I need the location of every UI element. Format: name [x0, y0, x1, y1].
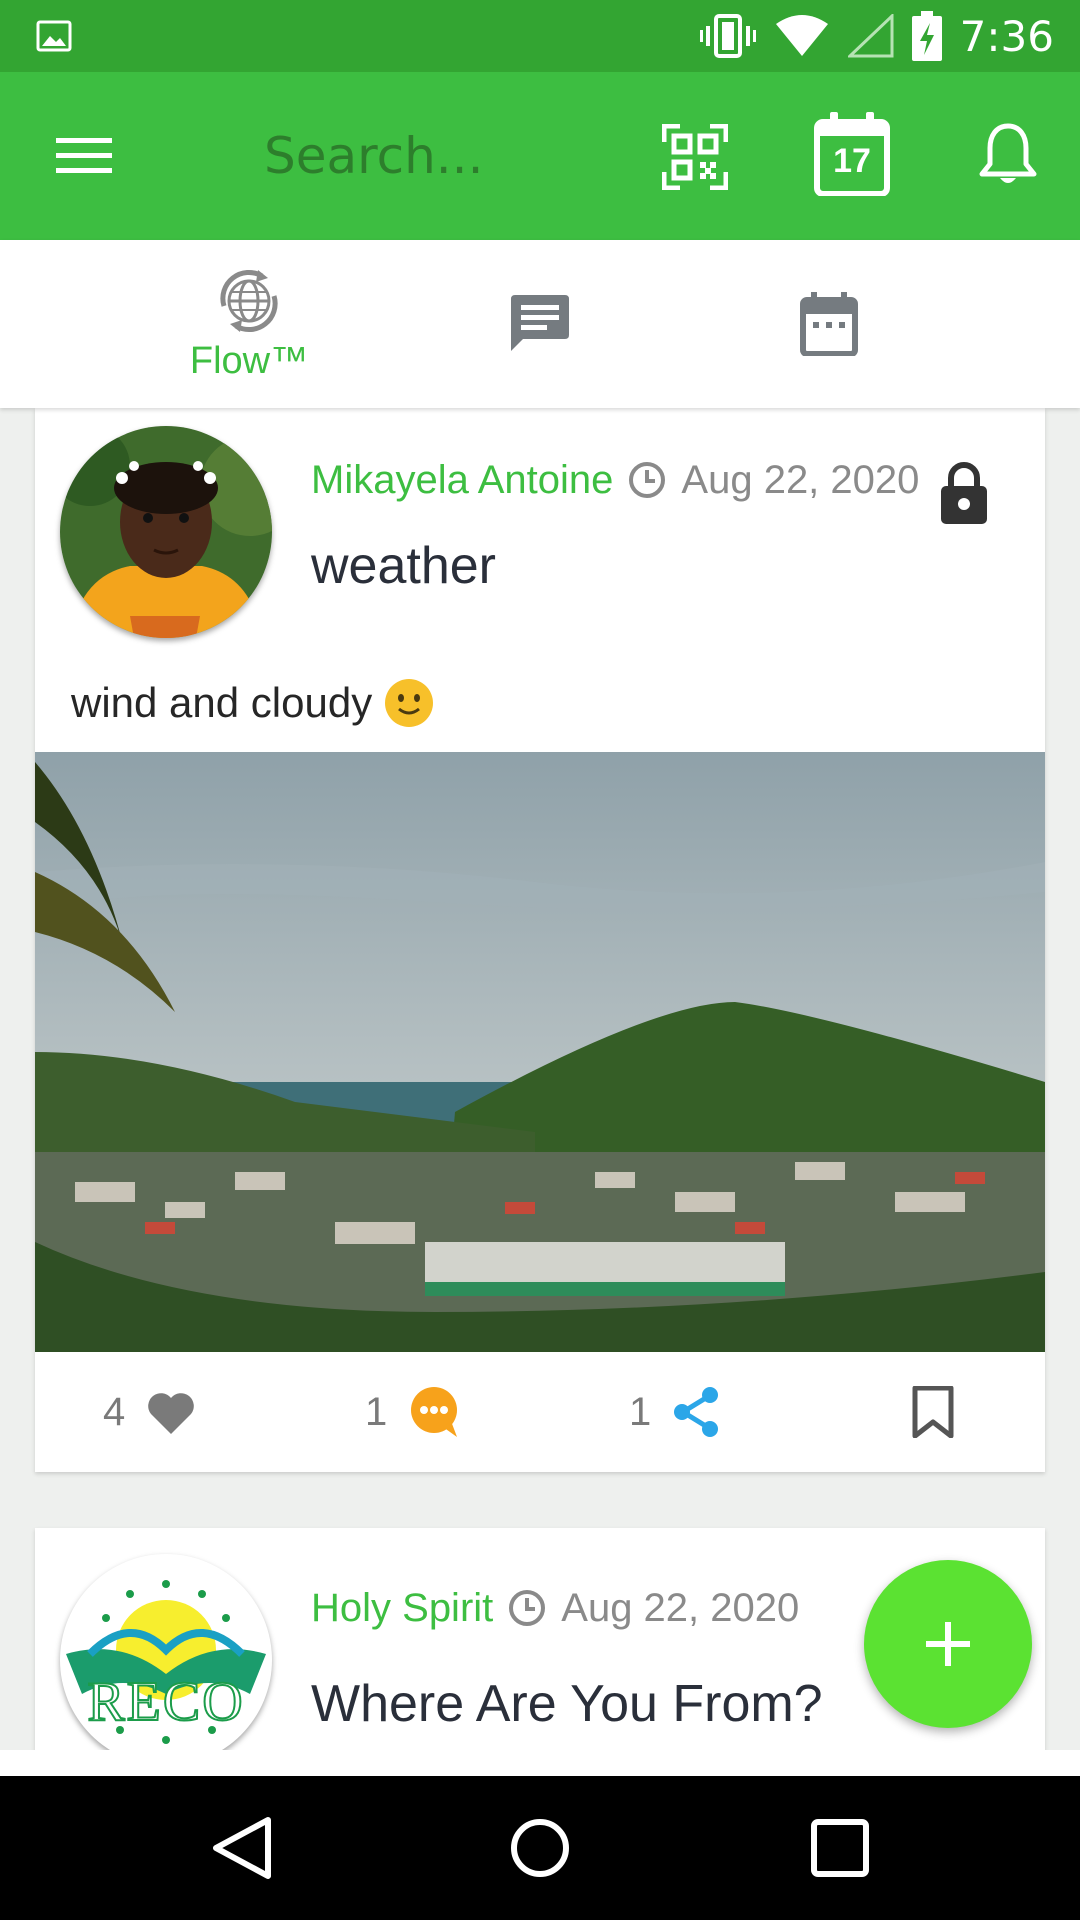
heart-icon — [148, 1393, 195, 1434]
chat-icon — [511, 295, 569, 351]
tab-flow[interactable]: Flow™ — [104, 240, 394, 408]
share-button[interactable]: 1 — [629, 1352, 721, 1472]
post-date: Aug 22, 2020 — [561, 1585, 800, 1630]
post-text: wind and cloudy — [71, 679, 373, 726]
feed[interactable]: Mikayela Antoine Aug 22, 2020 weather wi… — [0, 408, 1080, 1750]
avatar-photo — [60, 426, 272, 638]
author-avatar[interactable] — [60, 426, 272, 638]
bookmark-icon — [912, 1386, 954, 1438]
lock-icon — [941, 462, 987, 524]
post-title[interactable]: Where Are You From? — [311, 1674, 823, 1734]
menu-button[interactable] — [46, 124, 122, 188]
clock-icon — [509, 1590, 546, 1626]
bottom-spacer — [0, 1750, 1080, 1776]
app-toolbar: Search... 17 — [0, 72, 1080, 240]
post-meta: Holy Spirit Aug 22, 2020 — [311, 1584, 799, 1632]
like-button[interactable]: 4 — [103, 1352, 197, 1472]
status-time: 7:36 — [959, 11, 1054, 61]
bookmark-button[interactable] — [911, 1352, 955, 1472]
system-nav-bar — [0, 1776, 1080, 1920]
post-card[interactable]: Mikayela Antoine Aug 22, 2020 weather wi… — [35, 408, 1045, 1472]
author-avatar[interactable]: RECO — [60, 1554, 272, 1750]
share-icon — [674, 1387, 719, 1437]
post-title[interactable]: weather — [311, 536, 496, 596]
back-icon[interactable] — [206, 1812, 278, 1884]
wifi-icon — [775, 15, 828, 56]
comment-button[interactable]: 1 — [365, 1352, 461, 1472]
vibrate-icon — [699, 14, 756, 58]
calendar-button[interactable]: 17 — [814, 112, 890, 196]
share-count: 1 — [629, 1389, 652, 1434]
signal-icon — [847, 14, 894, 58]
post-date: Aug 22, 2020 — [681, 457, 920, 502]
post-image[interactable] — [35, 752, 1045, 1352]
comment-bubble-icon — [411, 1387, 458, 1437]
tab-bar: Flow™ — [0, 240, 1080, 408]
add-post-button[interactable] — [864, 1560, 1032, 1728]
post-actions: 4 1 1 — [35, 1352, 1045, 1472]
bell-icon[interactable] — [978, 122, 1038, 188]
menu-icon — [56, 138, 112, 173]
tab-calendar[interactable] — [684, 240, 974, 408]
search-input[interactable]: Search... — [264, 122, 624, 190]
calendar-day-number: 17 — [833, 142, 871, 180]
calendar-icon — [800, 292, 858, 356]
gallery-icon — [36, 20, 72, 52]
tab-chat[interactable] — [394, 240, 684, 408]
author-name[interactable]: Mikayela Antoine — [311, 458, 613, 503]
globe-sync-icon — [220, 269, 278, 332]
battery-charging-icon — [911, 11, 942, 61]
qr-scan-icon[interactable] — [662, 124, 728, 190]
clock-icon — [629, 462, 666, 498]
recents-icon[interactable] — [804, 1812, 876, 1884]
avatar-logo-text: RECO — [86, 1670, 245, 1734]
landscape-photo — [35, 752, 1045, 1352]
status-bar: 7:36 — [0, 0, 1080, 72]
plus-icon — [926, 1622, 970, 1666]
home-icon[interactable] — [504, 1812, 576, 1884]
tab-flow-label: Flow™ — [189, 339, 309, 382]
slightly-smiling-face-icon — [385, 679, 434, 727]
author-name[interactable]: Holy Spirit — [311, 1586, 493, 1631]
post-meta: Mikayela Antoine Aug 22, 2020 — [311, 456, 919, 504]
post-body: wind and cloudy — [71, 676, 436, 730]
comment-count: 1 — [365, 1389, 388, 1434]
like-count: 4 — [103, 1389, 126, 1434]
